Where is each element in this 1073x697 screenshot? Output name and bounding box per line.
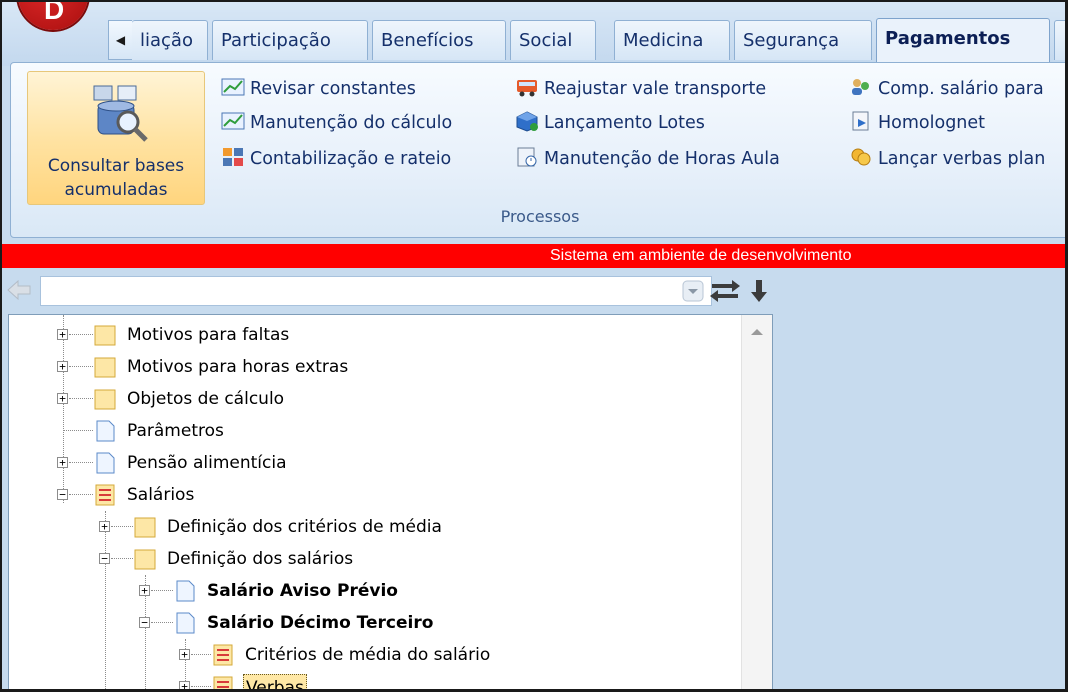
chart-icon bbox=[221, 112, 245, 130]
folder-icon bbox=[94, 357, 116, 378]
tab-medicina[interactable]: Medicina bbox=[614, 20, 730, 60]
reajustar-vale-transporte-button[interactable]: Reajustar vale transporte bbox=[515, 75, 766, 103]
bus-icon bbox=[517, 80, 537, 97]
folder-icon bbox=[134, 549, 156, 570]
expand-icon[interactable]: + bbox=[179, 681, 190, 689]
document-icon bbox=[96, 420, 115, 442]
tab-pagamentos[interactable]: Pagamentos bbox=[876, 18, 1050, 62]
database-search-icon bbox=[93, 85, 148, 142]
tree-node-verbas[interactable]: + Verbas bbox=[9, 671, 709, 689]
manutencao-calculo-button[interactable]: Manutenção do cálculo bbox=[221, 109, 452, 137]
swap-arrows-icon[interactable] bbox=[708, 278, 742, 304]
tree-node-salario-decimo-terceiro[interactable]: − Salário Décimo Terceiro bbox=[9, 607, 709, 639]
consultar-bases-button[interactable]: Consultar bases acumuladas bbox=[27, 71, 205, 205]
tree-toolbar bbox=[2, 268, 1065, 314]
folder-icon bbox=[94, 325, 116, 346]
doc-arrow-icon bbox=[852, 111, 869, 131]
application-window: ◀ liação Participação Benefícios Social … bbox=[0, 0, 1068, 692]
scroll-up-icon[interactable] bbox=[751, 329, 763, 335]
tab-avaliacao[interactable]: liação bbox=[132, 20, 208, 60]
ribbon-panel: Consultar bases acumuladas Revisar const… bbox=[10, 62, 1065, 238]
tree-view[interactable]: + Motivos para faltas + Motivos para hor… bbox=[8, 314, 773, 689]
tree-node-definicao-criterios-media[interactable]: + Definição dos critérios de média bbox=[9, 511, 709, 543]
people-icon bbox=[852, 79, 869, 95]
tree-node-motivos-horas-extras[interactable]: + Motivos para horas extras bbox=[9, 351, 709, 383]
search-input[interactable] bbox=[40, 276, 712, 306]
document-icon bbox=[176, 612, 195, 634]
environment-status-bar: Sistema em ambiente de desenvolvimento bbox=[2, 244, 1065, 268]
tab-scroll-left-button[interactable]: ◀ bbox=[108, 20, 132, 60]
expand-icon[interactable]: + bbox=[57, 457, 68, 468]
ribbon-group-label: Processos bbox=[500, 207, 580, 226]
calculator-icon bbox=[223, 148, 243, 166]
tree-node-salarios[interactable]: − Salários bbox=[9, 479, 709, 511]
collapse-icon[interactable]: − bbox=[99, 553, 110, 564]
table-folder-icon bbox=[213, 644, 233, 666]
collapse-icon[interactable]: − bbox=[139, 617, 150, 628]
contabilizacao-rateio-button[interactable]: Contabilização e rateio bbox=[221, 145, 451, 173]
tree-node-pensao-alimenticia[interactable]: + Pensão alimentícia bbox=[9, 447, 709, 479]
expand-icon[interactable]: + bbox=[139, 585, 150, 596]
chart-icon bbox=[221, 78, 245, 96]
vertical-scrollbar[interactable] bbox=[741, 315, 772, 689]
lancamento-lotes-button[interactable]: Lançamento Lotes bbox=[515, 109, 705, 137]
tab-seguranca[interactable]: Segurança bbox=[734, 20, 872, 60]
tab-participacao[interactable]: Participação bbox=[212, 20, 368, 60]
tree-node-salario-aviso-previo[interactable]: + Salário Aviso Prévio bbox=[9, 575, 709, 607]
expand-icon[interactable]: + bbox=[99, 521, 110, 532]
status-message: Sistema em ambiente de desenvolvimento bbox=[550, 247, 852, 264]
expand-icon[interactable]: + bbox=[57, 393, 68, 404]
folder-icon bbox=[94, 389, 116, 410]
comp-salario-button[interactable]: Comp. salário para bbox=[849, 75, 1044, 103]
homolognet-button[interactable]: Homolognet bbox=[849, 109, 985, 137]
tree-node-criterios-media-salario[interactable]: + Critérios de média do salário bbox=[9, 639, 709, 671]
revisar-constantes-button[interactable]: Revisar constantes bbox=[221, 75, 416, 103]
expand-icon[interactable]: + bbox=[57, 361, 68, 372]
expand-icon[interactable]: + bbox=[179, 649, 190, 660]
table-folder-icon bbox=[213, 676, 233, 689]
clock-doc-icon bbox=[517, 147, 537, 167]
tree-node-objetos-calculo[interactable]: + Objetos de cálculo bbox=[9, 383, 709, 415]
tree-node-parametros[interactable]: Parâmetros bbox=[9, 415, 709, 447]
cube-icon bbox=[516, 111, 538, 132]
tab-next-partial[interactable] bbox=[1054, 20, 1065, 60]
tab-beneficios[interactable]: Benefícios bbox=[372, 20, 506, 60]
back-arrow-icon[interactable] bbox=[6, 278, 32, 302]
coins-icon bbox=[851, 148, 871, 166]
selected-node-label: Verbas bbox=[243, 674, 307, 689]
document-icon bbox=[96, 452, 115, 474]
down-arrow-icon[interactable] bbox=[750, 278, 768, 304]
lancar-verbas-button[interactable]: Lançar verbas plan bbox=[849, 145, 1045, 173]
collapse-icon[interactable]: − bbox=[57, 489, 68, 500]
tree-node-motivos-faltas[interactable]: + Motivos para faltas bbox=[9, 319, 709, 351]
manutencao-horas-aula-button[interactable]: Manutenção de Horas Aula bbox=[515, 145, 780, 173]
tab-social[interactable]: Social bbox=[510, 20, 596, 60]
table-folder-icon bbox=[95, 484, 115, 506]
document-icon bbox=[176, 580, 195, 602]
expand-icon[interactable]: + bbox=[57, 329, 68, 340]
tree-node-definicao-salarios[interactable]: − Definição dos salários bbox=[9, 543, 709, 575]
folder-icon bbox=[134, 517, 156, 538]
dropdown-icon[interactable] bbox=[682, 280, 704, 302]
ribbon-tab-strip: ◀ liação Participação Benefícios Social … bbox=[2, 2, 1065, 66]
